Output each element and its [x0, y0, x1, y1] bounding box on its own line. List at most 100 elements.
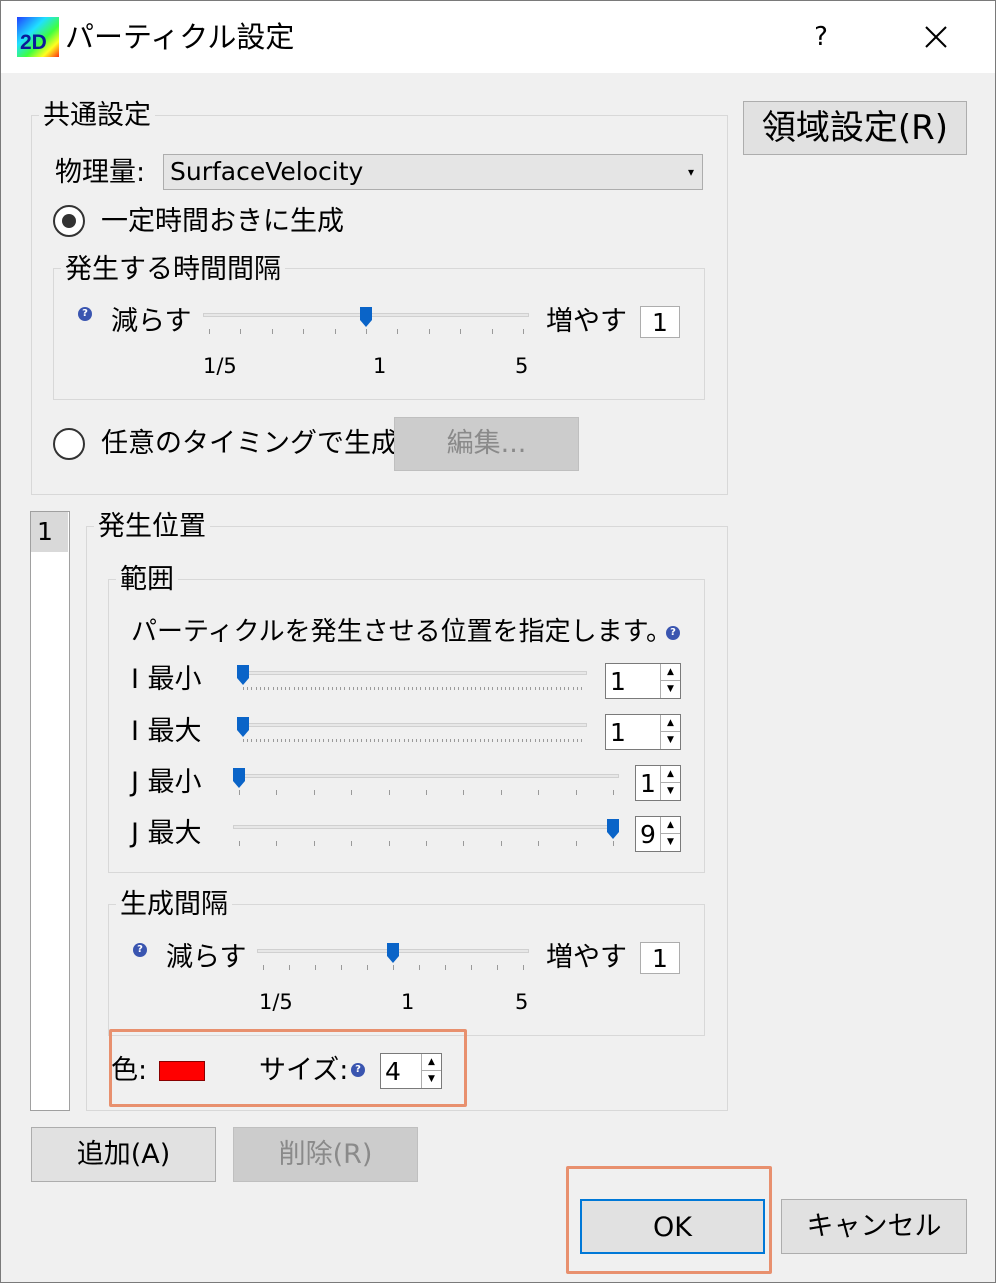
spin-up-icon[interactable]: ▲	[661, 664, 680, 681]
slider-tick	[386, 739, 388, 742]
slider-tick	[344, 739, 346, 742]
slider-tick	[475, 687, 477, 690]
gen-decrease-label: 減らす	[166, 942, 247, 973]
spin-up-icon[interactable]: ▲	[661, 715, 680, 732]
slider-tick	[497, 965, 498, 970]
j-max-slider[interactable]	[233, 819, 619, 849]
i-min-spinbox[interactable]: 1 ▲ ▼	[605, 663, 681, 699]
slider-tick	[393, 965, 394, 970]
slider-tick	[259, 739, 261, 742]
slider-tick	[293, 687, 295, 690]
slider-tick	[462, 687, 464, 690]
slider-tick	[416, 739, 418, 742]
help-icon[interactable]: ?	[666, 626, 680, 640]
radio-selected-dot	[62, 214, 76, 228]
slider-tick	[412, 687, 413, 690]
quantity-value: SurfaceVelocity	[170, 157, 364, 186]
gen-interval-slider[interactable]	[257, 943, 529, 973]
quantity-select[interactable]: SurfaceVelocity ▾	[163, 154, 703, 190]
help-button[interactable]: ?	[801, 15, 841, 59]
slider-thumb[interactable]	[607, 819, 619, 839]
slider-tick	[500, 790, 502, 795]
slider-tick	[526, 739, 528, 742]
slider-tick	[297, 739, 299, 742]
slider-tick	[504, 687, 506, 690]
slider-tick	[581, 687, 582, 690]
slider-tick	[483, 739, 485, 742]
slider-tick	[373, 687, 375, 690]
slider-thumb[interactable]	[237, 717, 249, 737]
interval-tick-label-min: 1/5	[203, 354, 237, 378]
radio-arbitrary-timing[interactable]	[53, 428, 85, 460]
help-icon[interactable]: ?	[78, 307, 92, 321]
j-max-spinbox[interactable]: 9 ▲ ▼	[635, 816, 681, 852]
slider-tick	[306, 739, 308, 742]
slider-tick	[403, 739, 405, 742]
spin-down-icon[interactable]: ▼	[661, 783, 680, 800]
radio-fixed-interval[interactable]	[53, 205, 85, 237]
slider-tick	[564, 687, 566, 690]
slider-tick	[306, 687, 308, 690]
j-min-slider[interactable]	[233, 768, 619, 798]
edit-button[interactable]: 編集...	[394, 417, 579, 471]
i-min-slider[interactable]	[237, 665, 587, 695]
slider-tick	[458, 739, 460, 742]
slider-tick	[517, 687, 519, 690]
slider-thumb[interactable]	[387, 943, 399, 963]
slider-tick	[240, 329, 242, 334]
spin-down-icon[interactable]: ▼	[661, 681, 680, 698]
slider-tick	[289, 739, 291, 742]
region-settings-button[interactable]: 領域設定(R)	[743, 101, 967, 155]
particle-source-list[interactable]: 1	[30, 511, 70, 1111]
list-item[interactable]: 1	[31, 512, 68, 552]
slider-tick	[568, 687, 570, 690]
slider-tick	[285, 687, 287, 690]
cancel-button[interactable]: キャンセル	[781, 1199, 967, 1254]
app-icon-text: 2D	[20, 31, 47, 54]
slider-tick	[247, 687, 249, 690]
range-group-label: 範囲	[116, 563, 178, 597]
i-max-spinbox[interactable]: 1 ▲ ▼	[605, 714, 681, 750]
slider-tick	[276, 687, 278, 690]
slider-tick	[289, 965, 290, 970]
slider-thumb[interactable]	[233, 768, 245, 788]
slider-tick	[378, 687, 380, 690]
slider-tick	[314, 739, 316, 742]
i-max-slider[interactable]	[237, 717, 587, 747]
slider-tick	[568, 739, 570, 742]
help-icon[interactable]: ?	[133, 943, 147, 957]
slider-tick	[239, 790, 240, 795]
interval-tick-label-max: 5	[515, 354, 529, 378]
delete-button[interactable]: 削除(R)	[233, 1127, 418, 1182]
slider-tick	[509, 687, 511, 690]
j-min-value: 1	[640, 769, 656, 798]
slider-tick	[445, 687, 447, 690]
dropdown-arrow-icon: ▾	[687, 165, 694, 179]
interval-slider[interactable]	[203, 307, 529, 337]
slider-thumb[interactable]	[237, 665, 249, 685]
interval-tick-label-mid: 1	[373, 354, 387, 378]
slider-tick	[378, 739, 380, 742]
spin-up-icon[interactable]: ▲	[661, 817, 680, 834]
slider-tick	[351, 841, 353, 846]
position-group-label: 発生位置	[94, 510, 210, 544]
slider-tick	[458, 687, 460, 690]
spin-down-icon[interactable]: ▼	[661, 732, 680, 749]
slider-tick	[500, 841, 502, 846]
slider-tick	[331, 687, 333, 690]
slider-track	[233, 774, 619, 778]
slider-thumb[interactable]	[360, 307, 372, 327]
close-icon	[925, 26, 947, 48]
slider-tick	[463, 841, 465, 846]
add-button[interactable]: 追加(A)	[31, 1127, 216, 1182]
particle-settings-dialog: 2D パーティクル設定 ? 共通設定 領域設定(R) 物理量: SurfaceV…	[0, 0, 996, 1283]
spin-down-icon[interactable]: ▼	[661, 834, 680, 851]
slider-tick	[433, 739, 435, 742]
slider-tick	[327, 687, 329, 690]
spin-up-icon[interactable]: ▲	[661, 766, 680, 783]
slider-tick	[483, 687, 485, 690]
j-min-spinbox[interactable]: 1 ▲ ▼	[635, 765, 681, 801]
slider-tick	[303, 329, 305, 334]
slider-tick	[475, 739, 477, 742]
close-button[interactable]	[909, 15, 963, 59]
